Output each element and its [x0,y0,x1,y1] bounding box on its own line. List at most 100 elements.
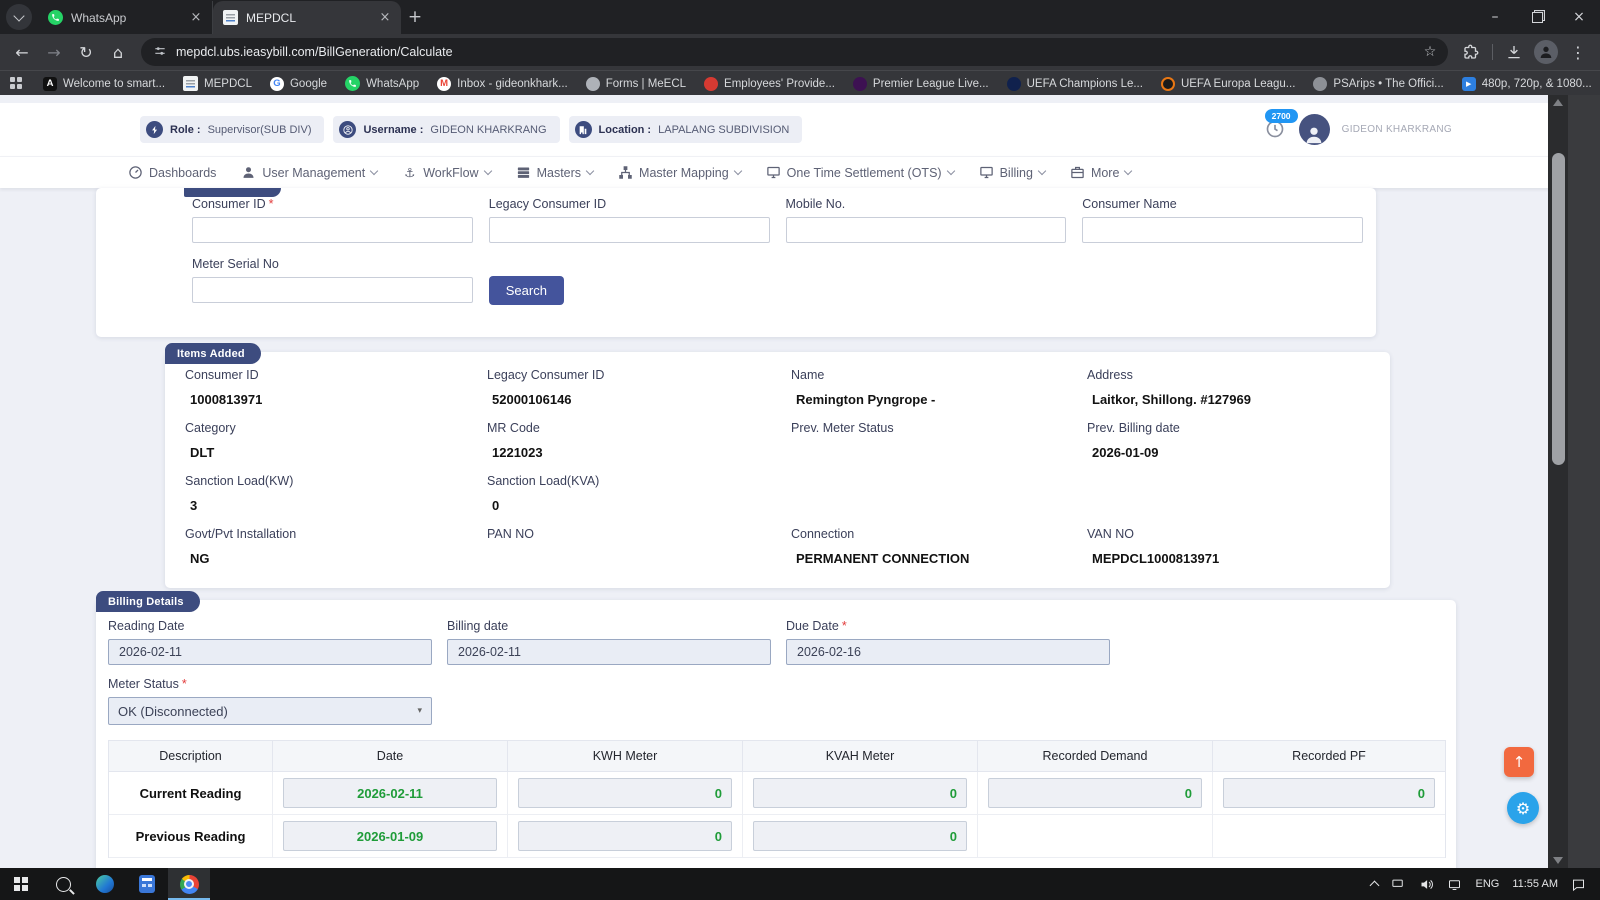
session-timer[interactable]: 2700 [1265,119,1287,141]
nav-item-dashboards[interactable]: Dashboards [128,165,216,180]
restore-button[interactable] [1516,0,1558,34]
monitor-icon [979,165,994,180]
current-reading-date-input[interactable]: 2026-02-11 [283,778,497,808]
mobile-no-input[interactable] [786,217,1067,243]
nav-item-more[interactable]: More [1070,165,1131,180]
downloads-button[interactable] [1499,37,1529,67]
due-date-input[interactable] [786,639,1110,665]
row-description: Previous Reading [109,815,273,858]
nav-label: Billing [1000,166,1033,180]
tab-mepdcl[interactable]: MEPDCL × [213,1,401,34]
current-demand-input[interactable]: 0 [988,778,1202,808]
location-badge: Location : LAPALANG SUBDIVISION [569,116,803,143]
table-header-row: Description Date KWH Meter KVAH Meter Re… [109,741,1445,772]
volume-icon[interactable] [1419,877,1434,892]
chevron-down-icon [733,167,741,175]
scrollbar-up-arrow[interactable] [1553,99,1563,106]
bookmark-label: Welcome to smart... [63,78,165,90]
scroll-to-top-button[interactable]: ↑ [1504,747,1534,777]
meter-serial-input[interactable] [192,277,473,303]
tab-whatsapp[interactable]: WhatsApp × [38,1,213,34]
avatar[interactable] [1299,114,1330,145]
close-tab-icon[interactable]: × [188,10,204,26]
search-button[interactable]: Search [489,276,564,305]
taskbar-search-button[interactable] [42,868,84,900]
tray-expand-icon[interactable] [1370,881,1380,891]
billing-date-input[interactable] [447,639,771,665]
close-tab-icon[interactable]: × [377,10,393,26]
address-bar[interactable]: mepdcl.ubs.ieasybill.com/BillGeneration/… [141,38,1448,66]
bookmark-whatsapp[interactable]: WhatsApp [336,76,428,91]
browser-menu-button[interactable]: ⋮ [1563,37,1593,67]
detail-cell: Legacy Consumer ID52000106146 [487,368,791,407]
language-indicator[interactable]: ENG [1475,878,1499,890]
bookmark-epf[interactable]: Employees' Provide... [695,77,844,91]
edge-taskbar-button[interactable] [84,868,126,900]
items-added-badge: Items Added [165,343,261,364]
forward-button[interactable]: → [39,37,69,67]
whatsapp-icon [48,10,63,25]
new-tab-button[interactable]: + [401,3,429,31]
bookmark-premier-league[interactable]: Premier League Live... [844,77,998,91]
bookmark-star-icon[interactable]: ☆ [1418,40,1442,64]
consumer-id-input[interactable] [192,217,473,243]
profile-button[interactable] [1531,37,1561,67]
current-kwh-input[interactable]: 0 [518,778,732,808]
bookmark-inbox[interactable]: MInbox - gideonkhark... [428,77,577,91]
previous-kwh-input[interactable]: 0 [518,821,732,851]
tab-search-button[interactable] [6,4,32,30]
bookmark-ucl[interactable]: UEFA Champions Le... [998,77,1152,91]
reload-button[interactable]: ↻ [71,37,101,67]
minimize-button[interactable]: – [1474,0,1516,34]
scrollbar-down-arrow[interactable] [1553,857,1563,864]
chrome-taskbar-button[interactable] [168,868,210,900]
bookmark-video[interactable]: ▶480p, 720p, & 1080... [1453,77,1600,91]
main-nav: Dashboards User Management ⚓ WorkFlow Ma… [0,156,1548,188]
detail-cell: PAN NO [487,527,791,566]
cast-icon[interactable] [1447,877,1462,892]
legacy-consumer-id-input[interactable] [489,217,770,243]
current-kvah-input[interactable]: 0 [753,778,967,808]
reading-date-input[interactable] [108,639,432,665]
settings-fab-button[interactable]: ⚙ [1507,792,1539,824]
bookmark-psarips[interactable]: PSArips • The Offici... [1304,77,1452,91]
nav-item-billing[interactable]: Billing [979,165,1045,180]
nav-item-masters[interactable]: Masters [516,165,593,180]
home-button[interactable]: ⌂ [103,37,133,67]
detail-value: 3 [190,498,487,513]
previous-kvah-input[interactable]: 0 [753,821,967,851]
chevron-down-icon [370,167,378,175]
calculator-taskbar-button[interactable] [126,868,168,900]
bookmark-welcome[interactable]: AWelcome to smart... [34,77,174,91]
previous-reading-date-input[interactable]: 2026-01-09 [283,821,497,851]
bookmark-label: 480p, 720p, & 1080... [1482,78,1592,90]
location-value: LAPALANG SUBDIVISION [658,124,789,136]
detail-value: 2026-01-09 [1092,445,1370,460]
scrollbar-thumb[interactable] [1552,153,1565,465]
nav-item-master-mapping[interactable]: Master Mapping [618,165,741,180]
apps-grid-icon[interactable] [10,77,22,90]
nav-item-user-management[interactable]: User Management [241,165,377,180]
current-pf-input[interactable]: 0 [1223,778,1435,808]
meter-status-select[interactable]: OK (Disconnected) ▾ [108,697,432,725]
bookmark-mepdcl[interactable]: MEPDCL [174,76,261,91]
bookmark-favicon: M [437,77,451,91]
row-description: Current Reading [109,772,273,815]
close-window-button[interactable]: × [1558,0,1600,34]
page-scrollbar[interactable] [1548,95,1568,868]
start-button[interactable] [0,868,42,900]
back-button[interactable]: ← [7,37,37,67]
nav-item-workflow[interactable]: ⚓ WorkFlow [402,165,490,180]
role-icon [146,121,163,138]
nav-item-ots[interactable]: One Time Settlement (OTS) [766,165,954,180]
notification-center-icon[interactable] [1571,877,1586,892]
extensions-button[interactable] [1456,37,1486,67]
clock-time[interactable]: 11:55 AM [1512,878,1558,890]
site-settings-icon[interactable] [153,44,167,61]
network-icon[interactable] [1391,877,1406,892]
bookmark-google[interactable]: GGoogle [261,77,336,91]
bookmark-forms[interactable]: Forms | MeECL [577,77,695,91]
meter-serial-field: Meter Serial No [192,254,473,305]
consumer-name-input[interactable] [1082,217,1363,243]
bookmark-uel[interactable]: UEFA Europa Leagu... [1152,77,1304,91]
